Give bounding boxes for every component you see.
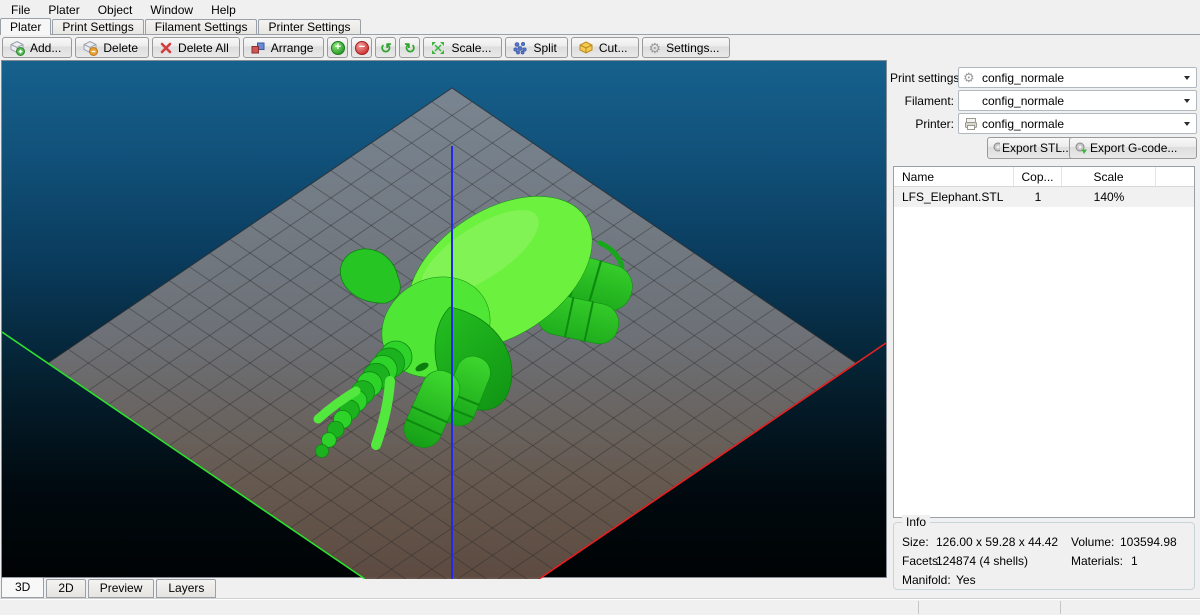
object-copies: 1 bbox=[1014, 190, 1062, 204]
scale-button[interactable]: Scale... bbox=[423, 37, 502, 58]
printer-value: config_normale bbox=[982, 117, 1064, 131]
tab-printer-settings[interactable]: Printer Settings bbox=[258, 19, 360, 34]
split-button-label: Split bbox=[533, 41, 556, 55]
split-button[interactable]: Split bbox=[505, 37, 567, 58]
status-bar-separator bbox=[918, 601, 919, 614]
info-box-title: Info bbox=[902, 515, 930, 529]
main-tab-bar: Plater Print Settings Filament Settings … bbox=[0, 19, 1200, 35]
menu-bar: File Plater Object Window Help bbox=[0, 0, 1200, 19]
manifold-value: Yes bbox=[956, 573, 976, 587]
printer-combo[interactable]: config_normale bbox=[958, 113, 1197, 134]
object-list: Name Cop... Scale LFS_Elephant.STL 1 140… bbox=[893, 166, 1195, 518]
column-header-name[interactable]: Name bbox=[894, 167, 1014, 186]
export-gear-icon bbox=[1074, 141, 1088, 155]
gear-icon: ⚙ bbox=[963, 71, 975, 84]
red-x-icon bbox=[159, 41, 173, 55]
split-dots-icon bbox=[512, 40, 528, 56]
add-copy-button[interactable]: + bbox=[327, 37, 348, 58]
view-tab-layers[interactable]: Layers bbox=[156, 579, 216, 598]
cube-remove-icon bbox=[82, 40, 98, 56]
rotate-cw-button[interactable]: ↻ bbox=[399, 37, 420, 58]
size-label: Size: bbox=[902, 535, 929, 549]
volume-value: 103594.98 bbox=[1120, 535, 1177, 549]
printer-icon bbox=[963, 116, 979, 132]
tab-plater[interactable]: Plater bbox=[0, 18, 51, 35]
filament-label: Filament: bbox=[890, 94, 954, 108]
arrange-button[interactable]: Arrange bbox=[243, 37, 325, 58]
menu-plater[interactable]: Plater bbox=[39, 1, 88, 19]
object-scale: 140% bbox=[1062, 190, 1156, 204]
volume-label: Volume: bbox=[1071, 535, 1114, 549]
3d-viewport[interactable] bbox=[1, 60, 887, 578]
scale-button-label: Scale... bbox=[451, 41, 491, 55]
export-gear-icon bbox=[992, 141, 1000, 155]
export-stl-label: Export STL... bbox=[1002, 141, 1072, 155]
cube-add-icon bbox=[9, 40, 25, 56]
rotate-ccw-icon: ↺ bbox=[380, 41, 392, 55]
tab-filament-settings[interactable]: Filament Settings bbox=[145, 19, 258, 34]
column-header-copies[interactable]: Cop... bbox=[1014, 167, 1062, 186]
chevron-down-icon bbox=[1184, 122, 1190, 126]
object-name: LFS_Elephant.STL bbox=[894, 190, 1014, 204]
rotate-cw-icon: ↻ bbox=[404, 41, 416, 55]
status-bar-separator bbox=[1060, 601, 1061, 614]
remove-copy-button[interactable]: − bbox=[351, 37, 372, 58]
settings-button[interactable]: ⚙ Settings... bbox=[642, 37, 731, 58]
size-value: 126.00 x 59.28 x 44.42 bbox=[936, 535, 1058, 549]
menu-object[interactable]: Object bbox=[89, 1, 142, 19]
delete-button[interactable]: Delete bbox=[75, 37, 149, 58]
status-bar bbox=[0, 598, 1200, 615]
object-list-header: Name Cop... Scale bbox=[894, 167, 1194, 187]
cut-button-label: Cut... bbox=[599, 41, 628, 55]
delete-all-button[interactable]: Delete All bbox=[152, 37, 240, 58]
menu-file[interactable]: File bbox=[2, 1, 39, 19]
menu-help[interactable]: Help bbox=[202, 1, 245, 19]
printer-label: Printer: bbox=[890, 117, 954, 131]
view-tab-bar: 3D 2D Preview Layers bbox=[1, 579, 218, 598]
print-settings-value: config_normale bbox=[982, 71, 1064, 85]
print-settings-combo[interactable]: ⚙ config_normale bbox=[958, 67, 1197, 88]
export-stl-button[interactable]: Export STL... bbox=[987, 137, 1079, 159]
view-tab-3d[interactable]: 3D bbox=[1, 577, 44, 598]
export-gcode-button[interactable]: Export G-code... bbox=[1069, 137, 1197, 159]
chevron-down-icon bbox=[1184, 76, 1190, 80]
rotate-ccw-button[interactable]: ↺ bbox=[375, 37, 396, 58]
plus-circle-icon: + bbox=[331, 41, 345, 55]
delete-button-label: Delete bbox=[103, 41, 138, 55]
minus-circle-icon: − bbox=[355, 41, 369, 55]
menu-window[interactable]: Window bbox=[141, 1, 202, 19]
view-tab-2d[interactable]: 2D bbox=[46, 579, 85, 598]
filament-value: config_normale bbox=[982, 94, 1064, 108]
arrange-button-label: Arrange bbox=[271, 41, 314, 55]
facets-value: 124874 (4 shells) bbox=[936, 554, 1028, 568]
cut-button[interactable]: Cut... bbox=[571, 37, 639, 58]
arrange-cubes-icon bbox=[250, 40, 266, 56]
settings-button-label: Settings... bbox=[666, 41, 719, 55]
column-header-spacer bbox=[1156, 167, 1194, 186]
filament-combo[interactable]: config_normale bbox=[958, 90, 1197, 111]
materials-value: 1 bbox=[1131, 554, 1138, 568]
view-tab-preview[interactable]: Preview bbox=[88, 579, 155, 598]
gear-icon: ⚙ bbox=[649, 41, 662, 55]
print-settings-label: Print settings: bbox=[890, 71, 954, 85]
3d-scene bbox=[2, 61, 888, 579]
delete-all-button-label: Delete All bbox=[178, 41, 229, 55]
info-box: Info Size: 126.00 x 59.28 x 44.42 Volume… bbox=[893, 522, 1195, 590]
tab-print-settings[interactable]: Print Settings bbox=[52, 19, 143, 34]
plater-toolbar: Add... Delete Delete All Arrange + − ↺ ↻… bbox=[0, 36, 1200, 59]
add-button-label: Add... bbox=[30, 41, 61, 55]
settings-panel: Print settings: ⚙ config_normale Filamen… bbox=[890, 60, 1200, 598]
materials-label: Materials: bbox=[1071, 554, 1123, 568]
column-header-scale[interactable]: Scale bbox=[1062, 167, 1156, 186]
manifold-label: Manifold: bbox=[902, 573, 951, 587]
add-button[interactable]: Add... bbox=[2, 37, 72, 58]
scale-arrows-icon bbox=[430, 40, 446, 56]
cut-box-icon bbox=[578, 40, 594, 56]
table-row[interactable]: LFS_Elephant.STL 1 140% bbox=[894, 187, 1194, 207]
chevron-down-icon bbox=[1184, 99, 1190, 103]
export-gcode-label: Export G-code... bbox=[1090, 141, 1177, 155]
